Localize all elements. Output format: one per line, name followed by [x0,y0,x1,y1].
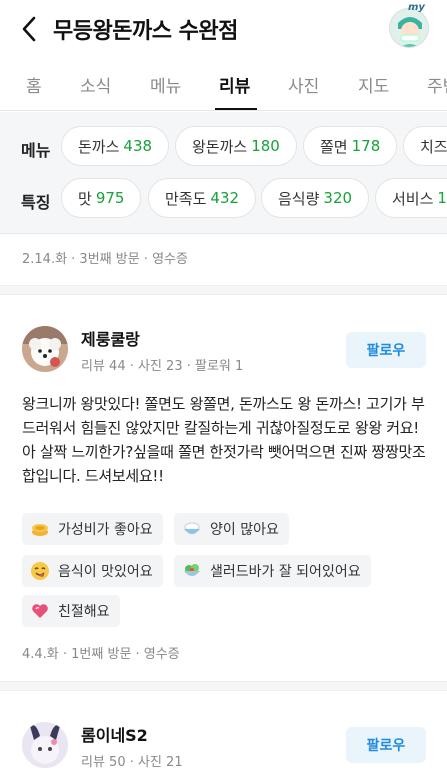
tag-label: 친절해요 [58,604,110,620]
review-tag: 가성비가 좋아요 [22,513,163,545]
dog-photo-icon [22,326,68,372]
review-tag: 음식이 맛있어요 [22,555,163,587]
tab-menu[interactable]: 메뉴 [150,72,181,97]
chip-name: 만족도 [165,189,207,208]
review-tag: 양이 많아요 [174,513,289,545]
chip-name: 돈까스 [78,137,120,156]
tab-review[interactable]: 리뷰 [219,72,250,97]
review-filters: 메뉴 돈까스 438 왕돈까스 180 쫄면 178 치즈 특징 맛 975 만족도 43… [0,112,447,234]
tag-label: 음식이 맛있어요 [58,564,153,580]
feature-filter-label: 특징 [21,193,51,212]
salad-icon [182,561,202,581]
review-meta: 4.4.화 · 1번째 방문 · 영수증 [22,647,180,662]
bowl-icon [182,519,202,539]
app-header: 무등왕돈까스 수완점 my [0,0,447,58]
chip-name: 쫄면 [320,137,348,156]
menu-chip-jjolmyeon[interactable]: 쫄면 178 [303,126,398,166]
menu-chip-cheese[interactable]: 치즈 [403,126,447,166]
menu-filter-label: 메뉴 [21,141,51,160]
section-divider [0,681,447,691]
section-divider [0,285,447,295]
tab-bar: 홈 소식 메뉴 리뷰 사진 지도 주변 [0,62,447,111]
page-title: 무등왕돈까스 수완점 [53,19,238,44]
chip-count: 438 [123,137,153,155]
heart-icon [30,601,50,621]
review-text[interactable]: 왕크니까 왕맛있다! 쫄면도 왕쫄면, 돈까스도 왕 돈까스! 고기가 부드러워… [22,392,432,488]
my-profile-button[interactable] [389,8,429,48]
tab-home[interactable]: 홈 [26,72,42,97]
tag-label: 샐러드바가 잘 되어있어요 [210,564,361,580]
chip-name: 맛 [78,189,92,208]
review-tag: 샐러드바가 잘 되어있어요 [174,555,371,587]
reviewer-stats: 리뷰 44 · 사진 23 · 팔로워 1 [81,359,244,374]
chip-count: 1 [437,189,447,207]
tab-map[interactable]: 지도 [358,72,389,97]
tag-label: 가성비가 좋아요 [58,522,153,538]
reviewer-stats: 리뷰 50 · 사진 21 [81,755,183,768]
feature-chip-portion[interactable]: 음식량 320 [261,178,370,218]
menu-chip-donkatsu[interactable]: 돈까스 438 [61,126,170,166]
reviewer-avatar[interactable] [22,326,68,372]
chip-count: 180 [251,137,280,155]
chip-count: 320 [323,189,353,207]
tab-nearby[interactable]: 주변 [427,72,447,97]
chip-name: 음식량 [278,189,320,208]
review-tag: 친절해요 [22,595,120,627]
chevron-left-icon [22,16,36,42]
back-button[interactable] [14,12,44,46]
reviewer-name[interactable]: 제룽쿨랑 [81,326,140,350]
feature-chip-service[interactable]: 서비스 1 [375,178,447,218]
follow-button[interactable]: 팔로우 [346,727,426,763]
feature-chip-satisfaction[interactable]: 만족도 432 [148,178,257,218]
active-tab-indicator [215,108,257,110]
feature-chip-taste[interactable]: 맛 975 [61,178,142,218]
chip-count: 178 [351,137,381,155]
prev-review-meta: 2.14.화 · 3번째 방문 · 영수증 [22,252,188,267]
chip-name: 서비스 [392,189,434,208]
tab-news[interactable]: 소식 [80,72,111,97]
follow-button[interactable]: 팔로우 [346,332,426,368]
menu-chip-wang-donkatsu[interactable]: 왕돈까스 180 [175,126,297,166]
my-label: my [408,2,425,13]
tab-photo[interactable]: 사진 [288,72,319,97]
reviewer-name[interactable]: 롬이네S2 [81,722,148,746]
chip-name: 왕돈까스 [192,137,248,156]
plush-photo-icon [22,722,68,768]
chip-count: 432 [210,189,240,207]
reviewer-avatar[interactable] [22,722,68,768]
yum-face-icon [30,561,50,581]
chip-count: 975 [95,189,125,207]
coin-icon [30,519,50,539]
tag-label: 양이 많아요 [210,522,279,538]
chip-name: 치즈 [420,137,447,156]
avatar [390,9,428,47]
